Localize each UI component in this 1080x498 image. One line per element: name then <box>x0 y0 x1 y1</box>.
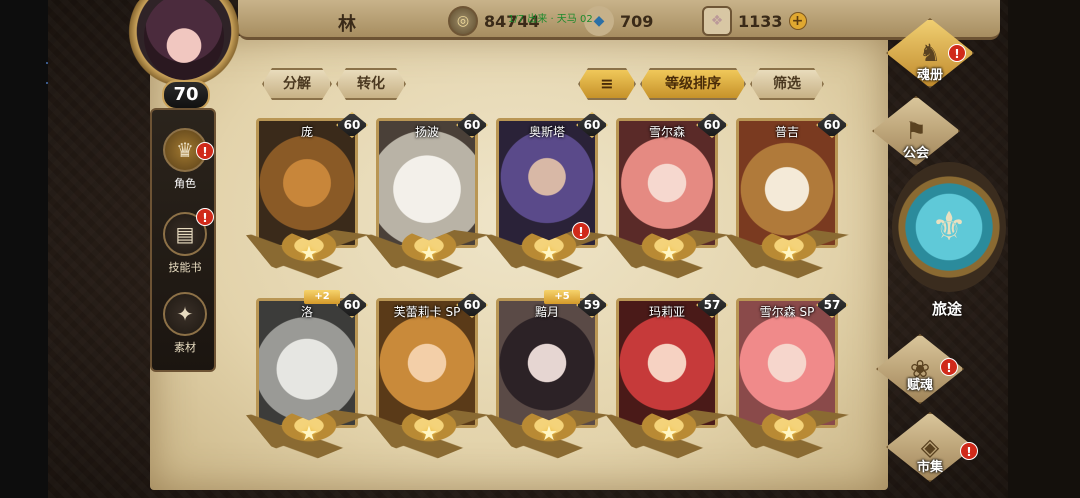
hero-card[interactable]: 扬波 ★ 60 <box>366 112 492 282</box>
sidebar-item-material[interactable]: ✦ 素材 <box>152 286 218 362</box>
hero-card[interactable]: 玛莉亚 ★ 57 <box>606 292 732 462</box>
sidebar-item-label: 角色 <box>174 177 196 190</box>
material-icon: ✦ <box>163 292 207 336</box>
player-avatar[interactable]: 70 <box>124 0 248 110</box>
add-crystal-button[interactable]: + <box>788 12 807 30</box>
star-icon: ★ <box>420 421 438 445</box>
hero-bonus-badge: +5 <box>544 290 580 304</box>
star-icon: ★ <box>540 421 558 445</box>
coin-icon: ◎ <box>448 6 478 36</box>
talent-label: 赋魂 <box>906 378 933 393</box>
star-icon: ★ <box>780 241 798 265</box>
category-sidebar: ♛ 角色 ! ▤ 技能书 ! ✦ 素材 <box>150 108 216 372</box>
hero-portrait-frame: 玛莉亚 <box>616 298 718 428</box>
hero-portrait-frame: 雪尔森 <box>616 118 718 248</box>
soul-book-label: 魂册 <box>916 68 943 83</box>
filter-button[interactable]: 筛选 <box>750 68 824 100</box>
alert-badge: ! <box>572 222 590 240</box>
crystal-resource[interactable]: ❖ 1133 + <box>702 6 807 36</box>
alert-badge: ! <box>940 358 958 376</box>
status-overlay-text: 1/7 出来 · 天马 02 <box>508 14 593 25</box>
alert-badge: ! <box>960 442 978 460</box>
convert-button[interactable]: 转化 <box>336 68 406 100</box>
journey-button[interactable]: ⚜ 旅途 <box>888 162 1006 322</box>
sidebar-item-character[interactable]: ♛ 角色 ! <box>152 122 218 198</box>
player-name: 林 <box>338 14 356 35</box>
guild-label: 公会 <box>902 146 929 161</box>
star-icon: ★ <box>540 241 558 265</box>
alert-badge: ! <box>196 142 214 160</box>
star-icon: ★ <box>300 421 318 445</box>
hero-portrait-frame: 黯月 <box>496 298 598 428</box>
right-screen-edge <box>1008 0 1080 498</box>
player-level-badge: 70 <box>162 80 210 110</box>
crystal-icon: ❖ <box>702 6 732 36</box>
hero-card[interactable]: 雪尔森 SP ★ 57 <box>726 292 852 462</box>
sort-order-button[interactable]: ≡ <box>578 68 636 100</box>
soul-book-button[interactable]: ♞ 魂册 ! <box>880 18 980 102</box>
hero-portrait-frame: 洛 <box>256 298 358 428</box>
sidebar-item-label: 技能书 <box>168 261 202 274</box>
hero-bonus-badge: +2 <box>304 290 340 304</box>
star-icon: ★ <box>660 241 678 265</box>
journey-label: 旅途 <box>931 300 962 318</box>
sort-by-level-button[interactable]: 等级排序 <box>640 68 746 100</box>
left-screen-edge <box>0 0 58 498</box>
sidebar-item-skillbook[interactable]: ▤ 技能书 ! <box>152 206 218 282</box>
hero-card[interactable]: 奥斯塔 ★ 60! <box>486 112 612 282</box>
hero-card[interactable]: 普吉 ★ 60 <box>726 112 852 282</box>
star-icon: ★ <box>780 421 798 445</box>
sidebar-item-label: 素材 <box>174 341 196 354</box>
journey-emblem-icon: ⚜ <box>892 162 1006 292</box>
gem-resource[interactable]: ◆ 709 <box>584 6 653 36</box>
alert-badge: ! <box>948 44 966 62</box>
gem-value: 709 <box>620 11 654 31</box>
sort-icon: ≡ <box>600 74 614 93</box>
star-icon: ★ <box>420 241 438 265</box>
hero-card[interactable]: 黯月 ★ 59 +5 <box>486 290 612 462</box>
star-icon: ★ <box>300 241 318 265</box>
star-icon: ★ <box>660 421 678 445</box>
hero-portrait-frame: 雪尔森 SP <box>736 298 838 428</box>
hero-portrait-frame: 扬波 <box>376 118 478 248</box>
hero-portrait-frame: 普吉 <box>736 118 838 248</box>
decompose-button[interactable]: 分解 <box>262 68 332 100</box>
guild-button[interactable]: ⚑ 公会 <box>866 96 966 172</box>
hero-card[interactable]: 洛 ★ 60 +2 <box>246 290 372 462</box>
crystal-value: 1133 <box>738 11 783 31</box>
hero-portrait-frame: 芙蕾莉卡 SP <box>376 298 478 428</box>
hero-card[interactable]: 芙蕾莉卡 SP ★ 60 <box>366 292 492 462</box>
hero-portrait-frame: 庞 <box>256 118 358 248</box>
alert-badge: ! <box>196 208 214 226</box>
talent-button[interactable]: ❀ 赋魂 ! <box>870 334 970 404</box>
market-button[interactable]: ◈ 市集 ! <box>880 412 980 486</box>
hero-card[interactable]: 庞 ★ 60 <box>246 112 372 282</box>
hero-card[interactable]: 雪尔森 ★ 60 <box>606 112 732 282</box>
